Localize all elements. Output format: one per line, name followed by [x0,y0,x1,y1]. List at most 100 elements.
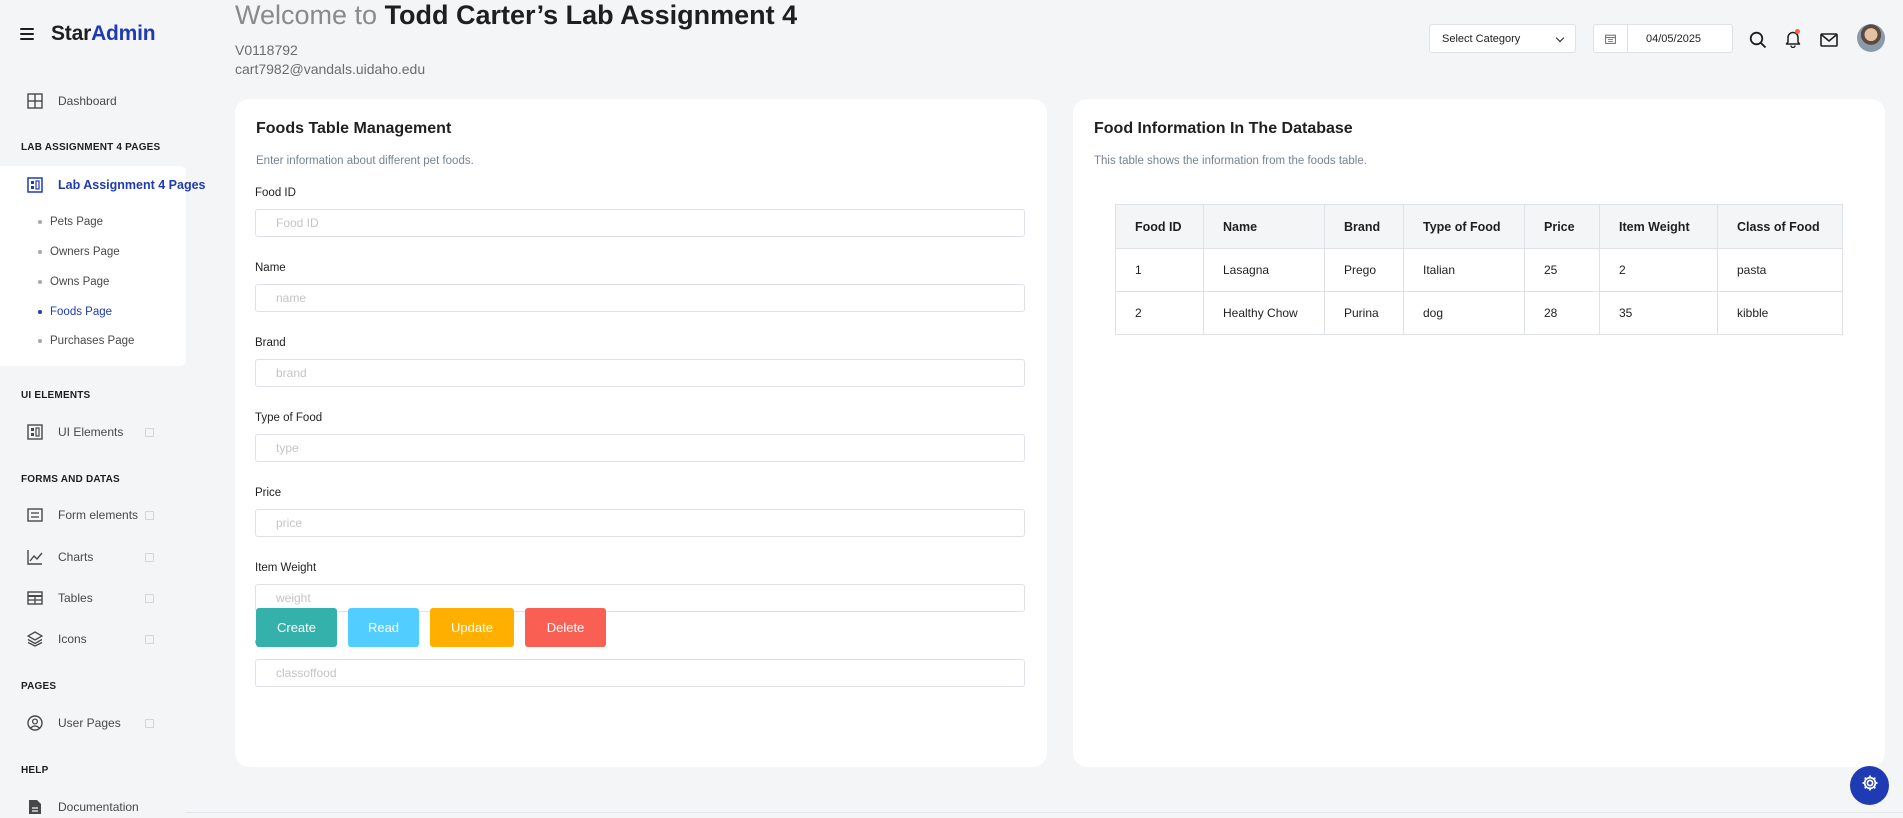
section-title-forms: FORMS AND DATAS [21,474,120,485]
table-cell: Purina [1324,291,1404,335]
layers-icon [25,629,45,649]
sub-item-owns[interactable]: Owns Page [38,276,109,288]
table-cell: Italian [1403,248,1525,292]
weight-label: Item Weight [255,562,317,574]
foods-form-card: Foods Table Management Enter information… [235,99,1047,767]
sub-item-owners[interactable]: Owners Page [38,246,120,258]
search-icon[interactable] [1747,29,1769,51]
column-header: Food ID [1115,204,1204,249]
delete-button[interactable]: Delete [525,608,606,647]
table-cell: Healthy Chow [1203,291,1325,335]
sidebar-item-label: Documentation [58,800,139,814]
sidebar-item-documentation[interactable]: Documentation [0,796,186,818]
user-email: cart7982@vandals.uidaho.edu [235,61,426,77]
brand-logo[interactable]: StarAdmin [51,22,156,46]
food-id-label: Food ID [255,187,296,199]
table-cell: 28 [1524,291,1600,335]
category-select-value: Select Category [1442,32,1521,45]
bell-icon[interactable] [1782,28,1804,50]
column-header: Name [1203,204,1325,249]
layout-icon [25,422,45,442]
column-header: Type of Food [1403,204,1525,249]
table-card-title: Food Information In The Database [1094,120,1353,137]
sidebar-item-dashboard[interactable]: Dashboard [0,90,186,112]
date-picker[interactable] [1593,24,1733,53]
date-input[interactable] [1628,32,1732,45]
sidebar-item-form-elements[interactable]: Form elements [0,504,186,526]
bullet-icon [38,310,42,314]
bullet-icon [38,220,42,224]
table-cell: 1 [1115,248,1204,292]
price-label: Price [255,487,282,499]
form-card-description: Enter information about different pet fo… [256,155,474,167]
sub-item-foods[interactable]: Foods Page [38,306,112,318]
brand: StarAdmin [20,22,156,46]
table-cell: dog [1403,291,1525,335]
sub-item-label: Purchases Page [50,335,135,347]
chevron-down-icon [1555,33,1565,43]
settings-button[interactable] [1850,766,1889,805]
sub-item-purchases[interactable]: Purchases Page [38,335,134,347]
sidebar-item-tables[interactable]: Tables [0,587,186,609]
student-id: V0118792 [235,42,298,58]
read-button[interactable]: Read [348,608,419,647]
price-input[interactable] [255,509,1025,537]
update-button[interactable]: Update [430,608,514,647]
table-cell: 2 [1599,248,1718,292]
type-label: Type of Food [255,412,323,424]
sidebar-item-label: Tables [58,591,93,605]
type-input[interactable] [255,434,1025,462]
sub-item-label: Pets Page [50,216,104,228]
brand-label: Brand [255,337,286,349]
sidebar-item-ui-elements[interactable]: UI Elements [0,421,186,443]
table-row: 1 Lasagna Prego Italian 25 2 pasta [1115,248,1843,292]
class-input[interactable] [255,659,1025,687]
brand-admin-text: Admin [91,22,156,45]
bullet-icon [38,250,42,254]
name-input[interactable] [255,284,1025,312]
table-cell: 25 [1524,248,1600,292]
bullet-icon [38,280,42,284]
sidebar-item-user-pages[interactable]: User Pages [0,712,186,734]
column-header: Item Weight [1599,204,1718,249]
sidebar-item-label: Charts [58,550,94,564]
create-button[interactable]: Create [256,608,337,647]
expand-icon [145,427,154,437]
table-header-row: Food ID Name Brand Type of Food Price It… [1115,204,1843,249]
food-id-input[interactable] [255,209,1025,237]
table-cell: kibble [1717,291,1843,335]
footer-divider [186,812,1903,813]
sub-item-label: Foods Page [50,306,113,318]
table-cell: Lasagna [1203,248,1325,292]
sub-item-label: Owners Page [50,246,120,258]
expand-icon [145,634,154,644]
table-card-description: This table shows the information from th… [1094,155,1367,167]
calendar-icon[interactable] [1594,25,1628,52]
section-title-lab: LAB ASSIGNMENT 4 PAGES [21,142,161,153]
food-table-card: Food Information In The Database This ta… [1073,99,1885,767]
form-icon [25,505,45,525]
gear-icon [1861,774,1879,797]
user-avatar[interactable] [1857,24,1885,52]
notification-dot [1795,29,1800,34]
expand-icon [145,718,154,728]
section-title-ui: UI ELEMENTS [21,390,91,401]
column-header: Class of Food [1717,204,1843,249]
category-select[interactable]: Select Category [1429,24,1576,53]
mail-icon[interactable] [1818,29,1840,51]
expand-icon [145,552,154,562]
chart-line-icon [25,547,45,567]
table-cell: 35 [1599,291,1718,335]
hamburger-menu-icon[interactable] [20,28,34,40]
sidebar-item-charts[interactable]: Charts [0,546,186,568]
section-title-pages: PAGES [21,681,57,692]
document-icon [25,797,45,817]
name-label: Name [255,262,286,274]
sidebar-item-icons[interactable]: Icons [0,628,186,650]
brand-input[interactable] [255,359,1025,387]
sub-item-pets[interactable]: Pets Page [38,216,103,228]
user-circle-icon [25,713,45,733]
foods-table: Food ID Name Brand Type of Food Price It… [1115,204,1843,335]
table-cell: pasta [1717,248,1843,292]
column-header: Brand [1324,204,1404,249]
